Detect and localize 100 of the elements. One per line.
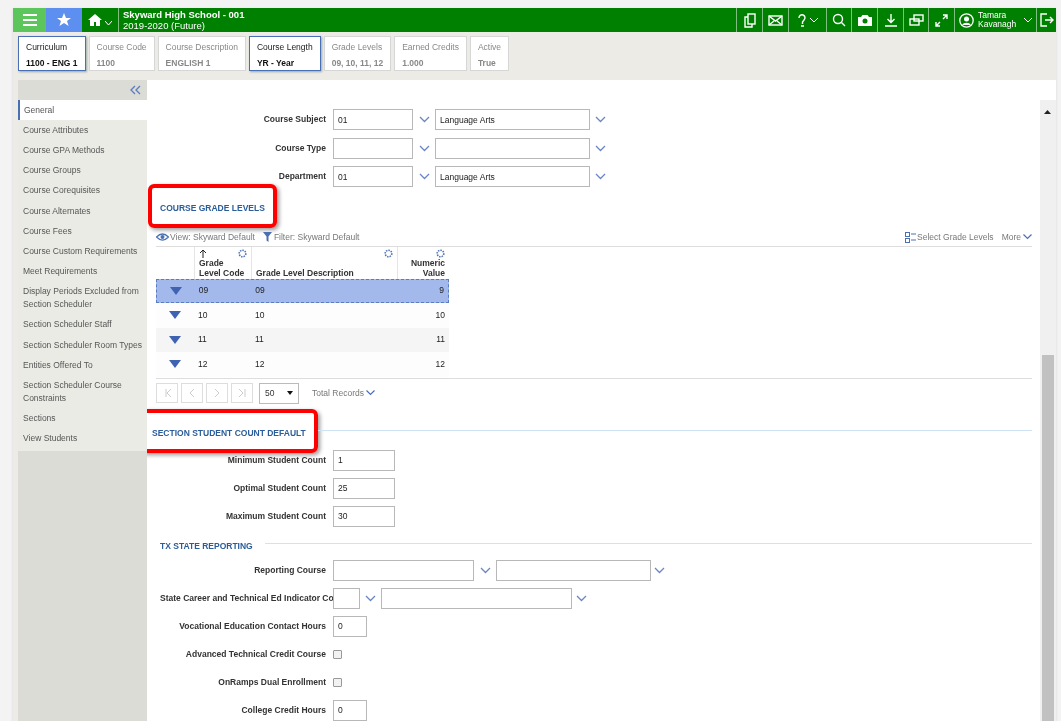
sidebar-item[interactable]: Meet Requirements: [18, 261, 147, 282]
select-field[interactable]: [333, 587, 360, 609]
filter-link[interactable]: Filter: Skyward Default: [273, 230, 360, 244]
column-header[interactable]: Numeric Value: [397, 246, 449, 279]
checkbox[interactable]: [333, 649, 342, 659]
summary-card[interactable]: Course Code 1100: [88, 36, 155, 71]
input-field[interactable]: 25: [333, 477, 395, 499]
chevron-down-icon[interactable]: [594, 173, 606, 180]
card-value: YR - Year: [256, 56, 296, 70]
camera-icon[interactable]: [857, 14, 872, 26]
checklist-icon: [905, 231, 917, 243]
sidebar-item[interactable]: Course Corequisites: [18, 180, 147, 201]
sidebar-item[interactable]: View Students: [18, 428, 147, 449]
section-heading: COURSE GRADE LEVELS: [160, 202, 265, 213]
scrollbar[interactable]: [1040, 100, 1056, 721]
field-label: Department: [277, 170, 326, 183]
chevron-down-icon[interactable]: [418, 173, 430, 180]
more-menu[interactable]: More: [1001, 230, 1032, 244]
chevron-down-icon[interactable]: [594, 116, 606, 123]
expand-row-icon[interactable]: [169, 335, 181, 344]
sidebar-item[interactable]: Course GPA Methods: [18, 140, 147, 161]
sidebar-item[interactable]: Course Alternates: [18, 200, 147, 222]
input-field[interactable]: 30: [333, 505, 395, 527]
select-field[interactable]: [381, 587, 572, 609]
code-field[interactable]: 01: [333, 166, 413, 187]
mail-icon[interactable]: [768, 14, 783, 26]
summary-card[interactable]: Course Length YR - Year: [248, 36, 321, 71]
expand-row-icon[interactable]: [169, 360, 181, 369]
table-row[interactable]: 11 11 11: [156, 327, 449, 352]
expand-icon[interactable]: [935, 13, 948, 27]
chevron-down-icon[interactable]: [365, 594, 376, 602]
sort-up-icon[interactable]: [199, 248, 207, 258]
chevron-down-icon[interactable]: [654, 566, 665, 574]
sidebar-item[interactable]: Course Fees: [18, 221, 147, 242]
card-value: ENGLISH 1: [165, 56, 212, 70]
field-label: Minimum Student Count: [226, 453, 326, 467]
download-icon[interactable]: [883, 13, 898, 27]
description-field[interactable]: Language Arts: [435, 109, 590, 130]
select-field[interactable]: [333, 559, 474, 581]
sidebar-item[interactable]: Course Custom Requirements: [18, 241, 147, 262]
summary-card[interactable]: Earned Credits 1.000: [394, 36, 467, 71]
sidebar-item[interactable]: General: [18, 100, 147, 121]
column-header[interactable]: Grade Level Code: [194, 246, 251, 279]
chevron-down-icon[interactable]: [575, 594, 587, 602]
expand-row-icon[interactable]: [169, 311, 181, 320]
expand-row-icon[interactable]: [169, 286, 182, 295]
code-field[interactable]: 01: [333, 109, 413, 130]
search-icon[interactable]: [832, 13, 846, 27]
sidebar-item[interactable]: Course Groups: [18, 160, 147, 181]
sidebar-item[interactable]: Display Periods Excluded from Section Scheduler: [18, 281, 147, 315]
card-label: Active: [477, 41, 502, 54]
chevron-right-icon: [212, 388, 222, 398]
chevron-down-icon[interactable]: [479, 566, 491, 574]
section-heading: TX STATE REPORTING: [160, 540, 253, 551]
scroll-up-icon[interactable]: [1044, 110, 1051, 114]
table-cell-text: 12: [434, 357, 446, 371]
select-field[interactable]: [496, 559, 651, 581]
code-field[interactable]: [333, 137, 413, 159]
table-row[interactable]: 09 09 9: [156, 278, 449, 303]
chevron-down-icon[interactable]: [418, 144, 430, 152]
card-label: Grade Levels: [331, 41, 384, 54]
select-grade-levels-link[interactable]: Select Grade Levels: [917, 230, 994, 244]
column-header[interactable]: Grade Level Description: [251, 246, 397, 279]
settings-icon[interactable]: [384, 248, 393, 258]
sidebar-item[interactable]: Sections: [18, 408, 147, 429]
settings-icon[interactable]: [238, 248, 247, 258]
collapse-icon[interactable]: [129, 85, 141, 95]
sidebar-item[interactable]: Course Attributes: [18, 120, 147, 141]
chevron-down-icon: [105, 20, 112, 26]
sidebar-item[interactable]: Section Scheduler Staff: [18, 314, 147, 336]
field-label: Vocational Education Contact Hours: [178, 619, 326, 633]
favorites-button[interactable]: [46, 8, 82, 32]
input-field[interactable]: 0: [333, 615, 367, 637]
sidebar-item[interactable]: Entities Offered To: [18, 355, 147, 376]
windows-icon[interactable]: [908, 14, 924, 26]
input-field[interactable]: 1: [333, 449, 395, 471]
summary-card[interactable]: Curriculum 1100 - ENG 1: [18, 36, 86, 71]
total-records-menu[interactable]: Total Records: [312, 386, 375, 400]
description-field[interactable]: [435, 137, 590, 159]
table-cell-text: 9: [438, 284, 445, 298]
chevron-down-icon[interactable]: [594, 144, 606, 152]
sidebar-item[interactable]: Section Scheduler Room Types: [18, 335, 147, 356]
view-link[interactable]: View: Skyward Default: [170, 230, 255, 244]
input-field[interactable]: 0: [333, 699, 367, 721]
settings-icon[interactable]: [436, 248, 445, 258]
table-cell-text: 11: [197, 333, 208, 347]
menu-button[interactable]: [13, 8, 46, 32]
summary-card[interactable]: Active True: [469, 36, 510, 71]
copy-icon[interactable]: [743, 12, 756, 28]
summary-card[interactable]: Course Description ENGLISH 1: [157, 36, 246, 71]
summary-card[interactable]: Grade Levels 09, 10, 11, 12: [323, 36, 392, 71]
chevron-down-icon[interactable]: [418, 116, 430, 123]
checkbox[interactable]: [333, 677, 342, 687]
page-size-select[interactable]: 50: [259, 382, 299, 404]
description-field[interactable]: Language Arts: [435, 166, 590, 187]
sidebar-item[interactable]: Section Scheduler Course Constraints: [18, 375, 147, 409]
table-cell-text: 11: [435, 333, 446, 347]
user-menu[interactable]: Tamara Kavanagh: [955, 8, 1037, 32]
logout-icon[interactable]: [1039, 13, 1054, 27]
table-cell-text: 12: [254, 357, 266, 371]
